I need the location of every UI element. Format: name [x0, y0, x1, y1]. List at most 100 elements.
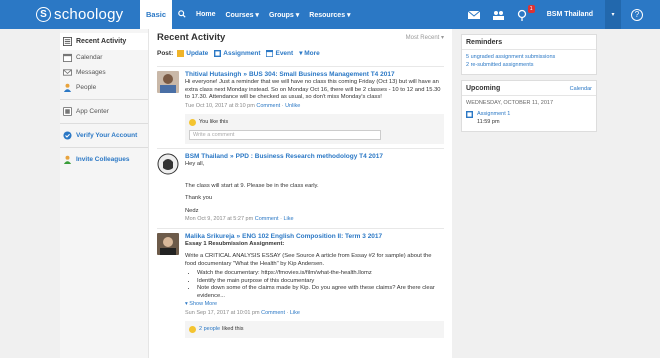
sidebar-item-people[interactable]: People [60, 80, 148, 95]
comment-input[interactable]: Write a comment [189, 130, 381, 140]
author-link[interactable]: Thitival Hutasingh [185, 71, 241, 78]
nav-resources[interactable]: Resources ▾ [309, 11, 350, 19]
comment-link[interactable]: Comment [255, 216, 279, 222]
upcoming-date: WEDNESDAY, OCTOBER 11, 2017 [466, 100, 554, 106]
upcoming-item-title[interactable]: Assignment 1 [477, 110, 510, 118]
sidebar-item-label: Invite Colleagues [76, 156, 130, 163]
post-bullets: Watch the documentary: https://fmovies.i… [185, 270, 444, 300]
likes-people-link[interactable]: 2 people [199, 326, 220, 334]
reminder-link[interactable]: 2 re-submitted assignments [466, 61, 592, 69]
reminders-header: Reminders [462, 35, 596, 50]
list-item: Note down some of the claims made by Kip… [197, 285, 444, 300]
nav-courses[interactable]: Courses ▾ [225, 11, 258, 19]
notification-badge: 1 [527, 4, 535, 13]
list-item: Identify the main purpose of this docume… [197, 278, 444, 286]
user-name[interactable]: BSM Thailand [547, 11, 593, 18]
nav-home[interactable]: Home [196, 11, 215, 18]
sidebar-item-calendar[interactable]: Calendar [60, 50, 148, 65]
post-date: Mon Oct 9, 2017 at 5:27 pm [185, 216, 254, 222]
course-link[interactable]: BUS 304: Small Business Management T4 20… [249, 71, 395, 78]
sidebar-item-invite-colleagues[interactable]: Invite Colleagues [60, 152, 148, 167]
show-more-link[interactable]: ▾ Show More [185, 301, 444, 309]
comment-link[interactable]: Comment [256, 103, 280, 109]
arrow-icon: » [229, 153, 234, 160]
course-link[interactable]: ENG 102 English Composition II: Term 3 2… [242, 233, 382, 240]
sidebar-item-recent-activity[interactable]: Recent Activity [60, 33, 148, 50]
sidebar-item-label: Messages [76, 69, 106, 76]
app-center-icon [63, 107, 72, 116]
feed-item-header: Malika Srikureja» ENG 102 English Composi… [185, 233, 444, 241]
assignment-icon [466, 111, 473, 118]
sidebar-item-verify-account[interactable]: Verify Your Account [60, 128, 148, 143]
sidebar-item-label: Verify Your Account [76, 132, 138, 139]
sidebar-divider [60, 99, 148, 100]
top-navigation-bar: S schoology Basic Home Courses ▾ Groups … [0, 0, 660, 29]
sidebar-divider [60, 123, 148, 124]
sidebar-item-app-center[interactable]: App Center [60, 104, 148, 119]
sort-dropdown[interactable]: Most Recent ▾ [406, 34, 444, 41]
like-link[interactable]: Like [290, 310, 300, 316]
sidebar-item-label: Recent Activity [76, 38, 127, 45]
likes-box: 2 people liked this [185, 321, 444, 338]
author-link[interactable]: Malika Srikureja [185, 233, 235, 240]
sidebar-divider [60, 147, 148, 148]
upcoming-body: WEDNESDAY, OCTOBER 11, 2017 Assignment 1… [462, 96, 596, 131]
upcoming-item-time: 11:59 pm [477, 119, 500, 125]
left-sidebar: Recent Activity Calendar Messages People… [60, 29, 148, 358]
messages-icon [63, 69, 72, 76]
notifications-icon[interactable]: 1 [515, 4, 535, 22]
reminders-panel: Reminders 5 ungraded assignment submissi… [461, 34, 597, 75]
calendar-link[interactable]: Calendar [570, 86, 592, 92]
author-link[interactable]: BSM Thailand [185, 153, 228, 160]
event-icon [266, 49, 274, 57]
recent-activity-icon [63, 37, 72, 46]
nav-groups[interactable]: Groups ▾ [269, 11, 299, 19]
like-row: You like this [189, 118, 440, 127]
people-icon [63, 83, 72, 92]
feed-item-header: BSM Thailand» PPD : Business Research met… [185, 153, 444, 161]
messages-icon[interactable] [467, 8, 481, 22]
comment-link[interactable]: Comment [261, 310, 285, 316]
post-label: Post: [157, 49, 174, 57]
unlike-link[interactable]: Unlike [285, 103, 300, 109]
like-row: 2 people liked this [189, 325, 440, 334]
connections-icon[interactable] [491, 8, 505, 22]
top-nav: Home Courses ▾ Groups ▾ Resources ▾ [178, 9, 361, 20]
reminders-title: Reminders [466, 39, 503, 46]
post-meta: Sun Sep 17, 2017 at 10:01 pm Comment · L… [185, 309, 300, 316]
course-link[interactable]: PPD : Business Research methodology T4 2… [236, 153, 383, 160]
likes-box: You like this Write a comment [185, 114, 444, 144]
post-text: The class will start at 9. Please be in … [185, 182, 319, 189]
sidebar-item-messages[interactable]: Messages [60, 65, 148, 80]
upcoming-panel: Upcoming Calendar WEDNESDAY, OCTOBER 11,… [461, 80, 597, 132]
schoology-logo[interactable]: S schoology [0, 0, 140, 29]
sidebar-item-label: Calendar [76, 54, 103, 61]
post-subtitle: Essay 1 Resubmission Assignment: [185, 240, 285, 247]
avatar[interactable] [157, 71, 179, 93]
arrow-icon: » [243, 71, 247, 78]
verified-check-icon [63, 131, 72, 140]
post-event-button[interactable]: Event [266, 49, 293, 57]
like-link[interactable]: Like [283, 216, 293, 222]
sidebar-item-label: App Center [76, 108, 109, 115]
feed-item: Thitival Hutasingh» BUS 304: Small Busine… [157, 66, 444, 148]
help-icon[interactable]: ? [631, 8, 643, 21]
basic-mode-label[interactable]: Basic [140, 0, 173, 29]
avatar[interactable] [157, 153, 179, 175]
user-menu-caret-icon[interactable]: ▾ [605, 0, 621, 29]
top-right-controls: 1 BSM Thailand ▾ ? [467, 0, 660, 29]
post-update-button[interactable]: Update [177, 49, 208, 57]
post-assignment-button[interactable]: Assignment [214, 49, 260, 57]
reminder-link[interactable]: 5 ungraded assignment submissions [466, 53, 592, 61]
main-content: Recent Activity Most Recent ▾ Post: Upda… [148, 29, 452, 358]
search-icon[interactable] [178, 9, 186, 20]
post-text: Thank you [185, 195, 213, 201]
upcoming-item[interactable]: Assignment 1 11:59 pm [466, 110, 592, 126]
right-column: Reminders 5 ungraded assignment submissi… [461, 29, 597, 132]
reminders-body: 5 ungraded assignment submissions 2 re-s… [462, 50, 596, 74]
post-more-button[interactable]: ▾ More [299, 49, 320, 57]
logo-text: schoology [54, 6, 124, 23]
post-meta: Mon Oct 9, 2017 at 5:27 pm Comment · Lik… [185, 216, 294, 222]
avatar[interactable] [157, 232, 179, 255]
sidebar-item-label: People [76, 84, 97, 91]
